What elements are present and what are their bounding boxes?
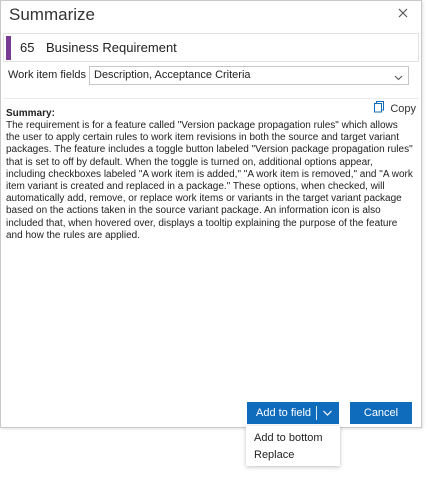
split-button-divider: [316, 406, 317, 420]
cancel-label: Cancel: [363, 407, 399, 419]
summarize-dialog: Summarize 65 Business Requirement Work i…: [0, 0, 422, 428]
work-item-id: 65: [20, 40, 35, 55]
add-to-field-button[interactable]: Add to field: [247, 402, 339, 424]
close-icon[interactable]: [395, 5, 411, 21]
menu-item-add-to-bottom[interactable]: Add to bottom: [254, 432, 323, 444]
add-to-field-label: Add to field: [256, 407, 312, 419]
work-item-fields-value: Description, Acceptance Criteria: [94, 69, 251, 81]
chevron-down-icon: [393, 70, 404, 88]
copy-label: Copy: [390, 103, 416, 115]
copy-icon: [373, 100, 386, 118]
menu-item-replace[interactable]: Replace: [254, 449, 294, 461]
work-item-fields-label: Work item fields: [8, 69, 87, 81]
summary-heading: Summary:: [6, 108, 55, 119]
dialog-title: Summarize: [9, 5, 95, 24]
work-item-fields-dropdown[interactable]: Description, Acceptance Criteria: [89, 66, 409, 85]
work-item-title: Business Requirement: [46, 40, 177, 55]
summary-content: Copy Summary: The requirement is for a f…: [3, 98, 419, 398]
work-item-type-color-bar: [6, 36, 11, 60]
copy-button[interactable]: Copy: [373, 100, 416, 118]
chevron-down-icon[interactable]: [322, 408, 333, 422]
add-to-field-menu: Add to bottom Replace: [246, 426, 340, 466]
title-bar: Summarize: [1, 1, 421, 31]
work-item-header: 65 Business Requirement: [3, 33, 419, 62]
work-item-fields-row: Work item fields Description, Acceptance…: [1, 65, 421, 87]
summary-text: The requirement is for a feature called …: [6, 120, 413, 241]
cancel-button[interactable]: Cancel: [350, 402, 412, 424]
